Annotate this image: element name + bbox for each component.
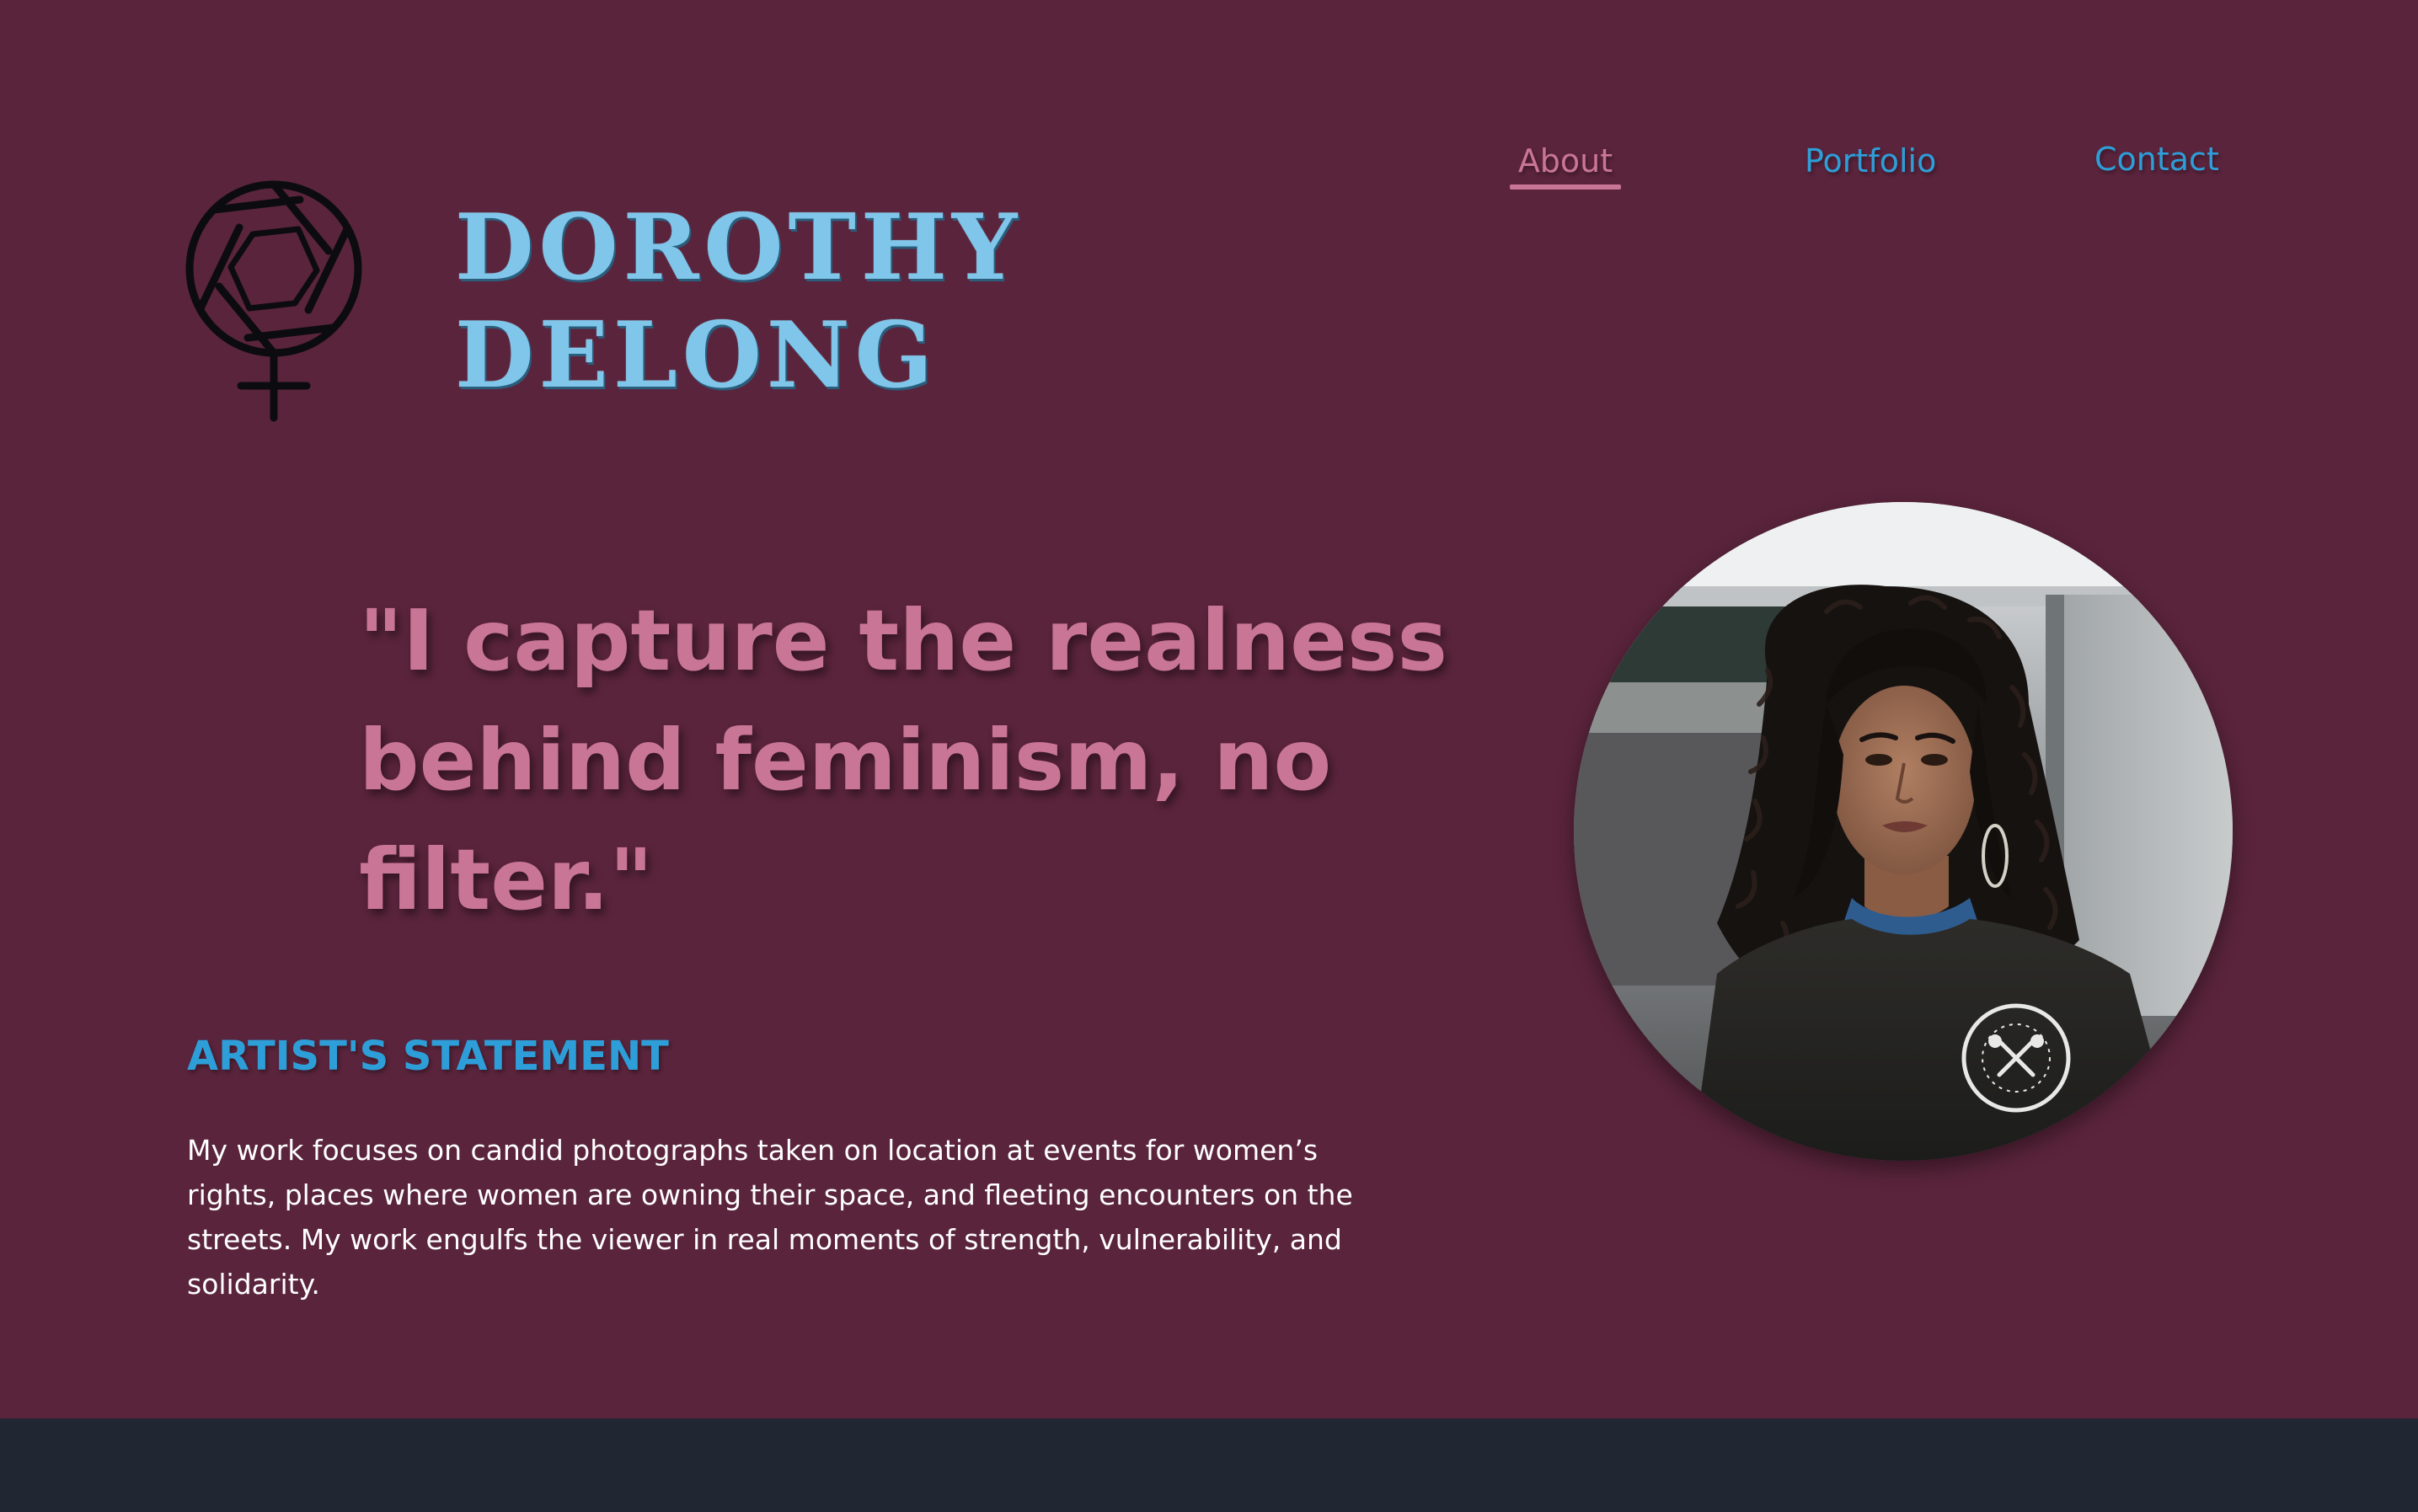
hero-quote: "I capture the realness behind feminism,… [359,591,1447,929]
aperture-venus-icon[interactable] [180,175,367,425]
portrait-photo [1574,502,2233,1161]
nav-about-link[interactable]: About [1510,140,1621,182]
brand-name[interactable]: DOROTHY DELONG [455,194,1022,409]
nav-contact-link[interactable]: Contact [2094,138,2219,180]
nav-portfolio-link[interactable]: Portfolio [1805,140,1936,182]
artist-statement-heading: ARTIST'S STATEMENT [187,1033,669,1080]
brand-name-line-2: DELONG [455,302,938,409]
artist-statement-body: My work focuses on candid photographs ta… [187,1134,1353,1301]
page: DOROTHY DELONG About Portfolio Contact "… [0,0,2418,1512]
main-nav: About Portfolio Contact [0,0,2418,211]
nav-active-indicator [1510,184,1621,190]
hero-section: DOROTHY DELONG About Portfolio Contact "… [0,0,2418,1419]
footer-bar [0,1419,2418,1512]
